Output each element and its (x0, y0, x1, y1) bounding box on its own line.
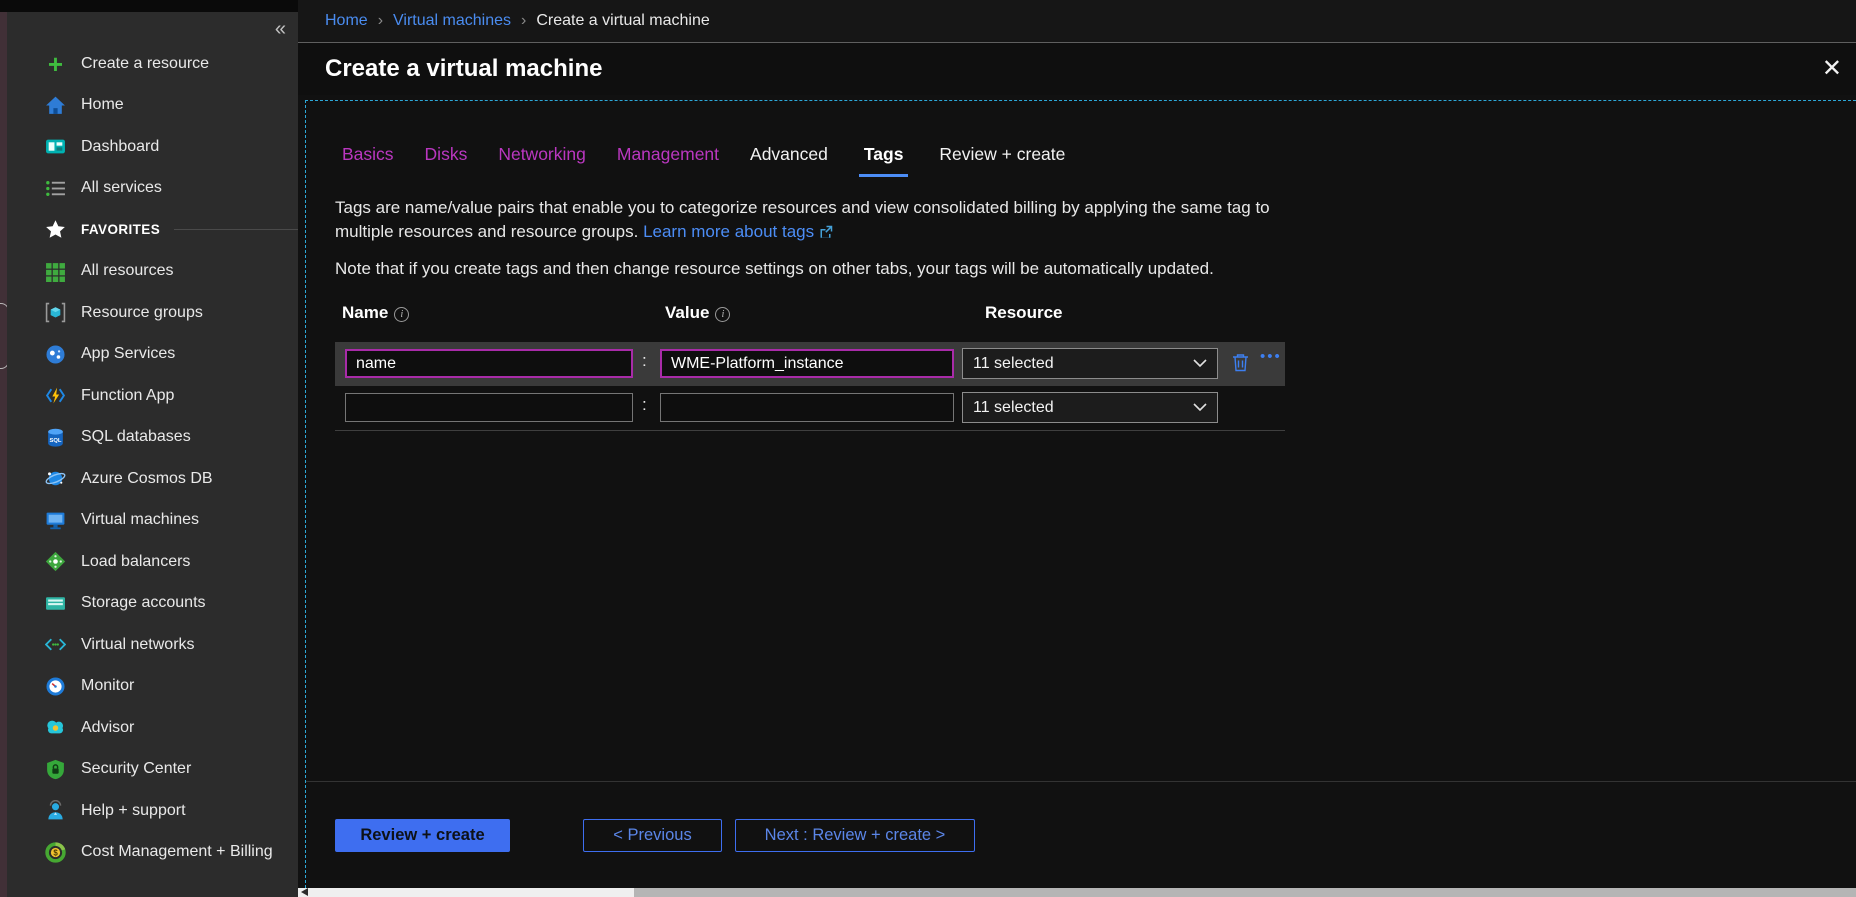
load-balancers-icon (45, 551, 66, 572)
table-bottom-divider (335, 430, 1285, 431)
favorites-divider (174, 229, 298, 230)
breadcrumb: Home › Virtual machines › Create a virtu… (298, 0, 1856, 42)
row-more-options-icon[interactable]: ••• (1260, 348, 1282, 365)
shield-lock-icon (45, 759, 66, 780)
scrollbar-left-arrow-icon[interactable] (301, 888, 308, 896)
app-services-icon (45, 344, 66, 365)
sidebar-item-load-balancers[interactable]: Load balancers (7, 541, 298, 583)
next-button[interactable]: Next : Review + create > (735, 819, 975, 852)
breadcrumb-separator-icon: › (521, 12, 526, 30)
sidebar-item-dashboard[interactable]: Dashboard (7, 126, 298, 168)
sidebar-item-all-services[interactable]: All services (7, 168, 298, 210)
svg-text:$: $ (53, 848, 58, 857)
tag-value-input[interactable] (660, 349, 954, 378)
sidebar-item-virtual-networks[interactable]: Virtual networks (7, 624, 298, 666)
tab-review-create[interactable]: Review + create (939, 144, 1065, 177)
name-value-separator: : (642, 351, 647, 371)
breadcrumb-current: Create a virtual machine (536, 12, 709, 30)
scrollbar-thumb[interactable] (298, 888, 634, 897)
tag-name-input[interactable] (345, 349, 633, 378)
sidebar-item-help-support[interactable]: Help + support (7, 790, 298, 832)
column-header-name: Namei (342, 303, 409, 323)
storage-accounts-icon (45, 593, 66, 614)
sidebar: « + Create a resource Home Dashboard (7, 12, 298, 897)
grid-icon (45, 261, 66, 282)
sidebar-item-create-a-resource[interactable]: + Create a resource (7, 43, 298, 85)
sidebar-item-app-services[interactable]: App Services (7, 334, 298, 376)
sidebar-item-home[interactable]: Home (7, 85, 298, 127)
tab-management[interactable]: Management (617, 144, 719, 177)
chevron-down-icon (1193, 355, 1207, 373)
previous-button[interactable]: < Previous (583, 819, 722, 852)
breadcrumb-virtual-machines[interactable]: Virtual machines (393, 12, 511, 30)
virtual-machines-icon (45, 510, 66, 531)
main-content: Home › Virtual machines › Create a virtu… (298, 0, 1856, 897)
sidebar-item-advisor[interactable]: Advisor (7, 707, 298, 749)
left-edge-strip (0, 0, 7, 897)
learn-more-link[interactable]: Learn more about tags (643, 222, 833, 241)
tags-note: Note that if you create tags and then ch… (335, 259, 1214, 279)
sidebar-item-security-center[interactable]: Security Center (7, 749, 298, 791)
sidebar-section-favorites: FAVORITES (7, 209, 298, 251)
wizard-tabs: Basics Disks Networking Management Advan… (342, 144, 1065, 177)
tags-description: Tags are name/value pairs that enable yo… (335, 196, 1283, 245)
virtual-networks-icon (45, 634, 66, 655)
tag-row-1: : 11 selected ••• (335, 342, 1285, 386)
sidebar-item-monitor[interactable]: Monitor (7, 666, 298, 708)
azure-portal-window: « + Create a resource Home Dashboard (0, 0, 1856, 897)
sidebar-item-azure-cosmos-db[interactable]: Azure Cosmos DB (7, 458, 298, 500)
breadcrumb-home[interactable]: Home (325, 12, 368, 30)
svg-text:SQL: SQL (49, 438, 61, 444)
cosmos-db-icon (45, 468, 66, 489)
resource-dropdown-empty[interactable]: 11 selected (962, 392, 1218, 423)
tab-networking[interactable]: Networking (498, 144, 586, 177)
tag-value-input-empty[interactable] (660, 393, 954, 422)
breadcrumb-separator-icon: › (378, 12, 383, 30)
footer-divider (306, 781, 1856, 782)
chevron-down-icon (1193, 399, 1207, 417)
sidebar-collapse-icon[interactable]: « (275, 18, 286, 41)
star-icon (45, 219, 66, 240)
page-title-bar: Create a virtual machine ✕ (298, 42, 1856, 95)
tab-basics[interactable]: Basics (342, 144, 394, 177)
sql-databases-icon: SQL (45, 427, 66, 448)
horizontal-scrollbar[interactable] (298, 888, 1856, 897)
tag-row-2: : 11 selected (335, 388, 1285, 428)
review-create-button[interactable]: Review + create (335, 819, 510, 852)
dashboard-icon (45, 136, 66, 157)
sidebar-item-storage-accounts[interactable]: Storage accounts (7, 583, 298, 625)
list-icon (45, 178, 66, 199)
info-icon[interactable]: i (394, 307, 409, 322)
page-title: Create a virtual machine (325, 55, 602, 83)
cost-management-icon: $ (45, 842, 66, 863)
close-icon[interactable]: ✕ (1822, 57, 1842, 81)
help-support-icon (45, 800, 66, 821)
tab-tags[interactable]: Tags (859, 144, 909, 177)
name-value-separator: : (642, 395, 647, 415)
sidebar-item-cost-management-billing[interactable]: $ Cost Management + Billing (7, 832, 298, 874)
plus-icon: + (45, 53, 66, 74)
sidebar-item-resource-groups[interactable]: Resource groups (7, 292, 298, 334)
resource-groups-icon (45, 302, 66, 323)
function-app-icon (45, 385, 66, 406)
info-icon[interactable]: i (715, 307, 730, 322)
advisor-icon (45, 717, 66, 738)
sidebar-list: + Create a resource Home Dashboard A (7, 43, 298, 873)
tab-disks[interactable]: Disks (425, 144, 468, 177)
sidebar-item-sql-databases[interactable]: SQL SQL databases (7, 417, 298, 459)
delete-tag-icon[interactable] (1232, 353, 1249, 377)
column-header-value: Valuei (665, 303, 730, 323)
resource-dropdown[interactable]: 11 selected (962, 348, 1218, 379)
monitor-icon (45, 676, 66, 697)
home-icon (45, 95, 66, 116)
tag-name-input-empty[interactable] (345, 393, 633, 422)
tab-advanced[interactable]: Advanced (750, 144, 828, 177)
sidebar-item-all-resources[interactable]: All resources (7, 251, 298, 293)
sidebar-item-virtual-machines[interactable]: Virtual machines (7, 500, 298, 542)
external-link-icon (819, 222, 833, 246)
sidebar-item-function-app[interactable]: Function App (7, 375, 298, 417)
column-header-resource: Resource (985, 303, 1062, 323)
